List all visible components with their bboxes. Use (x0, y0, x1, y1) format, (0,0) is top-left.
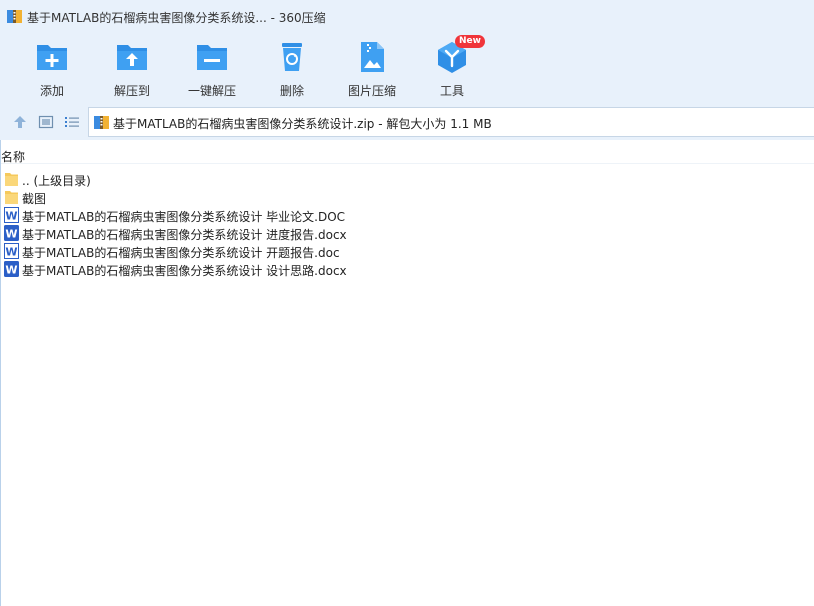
svg-text:W: W (5, 264, 17, 277)
word-docx-icon: W (4, 225, 19, 241)
thumbnail-view-icon[interactable] (38, 114, 54, 130)
navigation-bar: 基于MATLAB的石榴病虫害图像分类系统设计.zip - 解包大小为 1.1 M… (0, 104, 814, 140)
list-item-parent-dir[interactable]: .. (上级目录) (4, 170, 504, 188)
one-click-extract-icon (197, 45, 227, 70)
archive-app-icon (7, 10, 22, 23)
add-button[interactable]: 添加 (14, 38, 90, 98)
list-item-name: 基于MATLAB的石榴病虫害图像分类系统设计 进度报告.docx (22, 228, 347, 242)
list-item-name: 基于MATLAB的石榴病虫害图像分类系统设计 开题报告.doc (22, 246, 340, 260)
tools-button[interactable]: New 工具 (414, 35, 490, 98)
word-docx-icon: W (4, 261, 19, 277)
list-item-file[interactable]: W 基于MATLAB的石榴病虫害图像分类系统设计 开题报告.doc (4, 242, 504, 260)
word-doc-icon: W (4, 207, 19, 223)
tools-label: 工具 (439, 84, 464, 98)
svg-text:W: W (5, 228, 17, 241)
path-bar[interactable]: 基于MATLAB的石榴病虫害图像分类系统设计.zip - 解包大小为 1.1 M… (88, 107, 814, 137)
delete-button[interactable]: 删除 (254, 38, 330, 98)
extract-to-button[interactable]: 解压到 (94, 38, 170, 98)
list-item-file[interactable]: W 基于MATLAB的石榴病虫害图像分类系统设计 毕业论文.DOC (4, 206, 504, 224)
toolbar: 添加 解压到 一键解压 删除 图片压缩 New 工具 (0, 34, 814, 104)
one-click-extract-button[interactable]: 一键解压 (174, 38, 250, 98)
add-label: 添加 (39, 84, 64, 98)
file-list: 名称 .. (上级目录) 截图 W 基于MATLAB的石榴病虫害图像分类系统设计… (0, 140, 814, 606)
new-badge: New (455, 35, 485, 48)
delete-icon (282, 43, 302, 71)
list-item-folder[interactable]: 截图 (4, 188, 504, 206)
list-item-name: 基于MATLAB的石榴病虫害图像分类系统设计 设计思路.docx (22, 264, 347, 278)
add-icon (37, 45, 67, 70)
title-bar: 基于MATLAB的石榴病虫害图像分类系统设... - 360压缩 (0, 0, 814, 34)
image-compress-label: 图片压缩 (347, 84, 396, 98)
one-click-extract-label: 一键解压 (187, 84, 236, 98)
svg-text:W: W (5, 246, 17, 259)
window-title: 基于MATLAB的石榴病虫害图像分类系统设... - 360压缩 (27, 11, 326, 25)
image-compress-icon (361, 42, 384, 72)
list-item-file[interactable]: W 基于MATLAB的石榴病虫害图像分类系统设计 设计思路.docx (4, 260, 504, 278)
list-item-name: 基于MATLAB的石榴病虫害图像分类系统设计 毕业论文.DOC (22, 210, 346, 224)
word-doc-icon: W (4, 243, 19, 259)
folder-icon (5, 191, 18, 204)
extract-to-label: 解压到 (113, 84, 150, 98)
svg-text:W: W (5, 210, 17, 223)
folder-icon (5, 173, 18, 186)
up-arrow-icon[interactable] (12, 114, 28, 130)
delete-label: 删除 (279, 84, 304, 98)
list-item-name: .. (上级目录) (22, 174, 91, 188)
path-text: 基于MATLAB的石榴病虫害图像分类系统设计.zip - 解包大小为 1.1 M… (113, 117, 492, 131)
zip-archive-icon (94, 116, 109, 129)
image-compress-button[interactable]: 图片压缩 (334, 38, 410, 98)
list-view-icon[interactable] (64, 114, 80, 130)
header-divider (1, 163, 814, 164)
extract-to-icon (117, 45, 147, 70)
list-item-name: 截图 (22, 192, 47, 206)
list-item-file[interactable]: W 基于MATLAB的石榴病虫害图像分类系统设计 进度报告.docx (4, 224, 504, 242)
